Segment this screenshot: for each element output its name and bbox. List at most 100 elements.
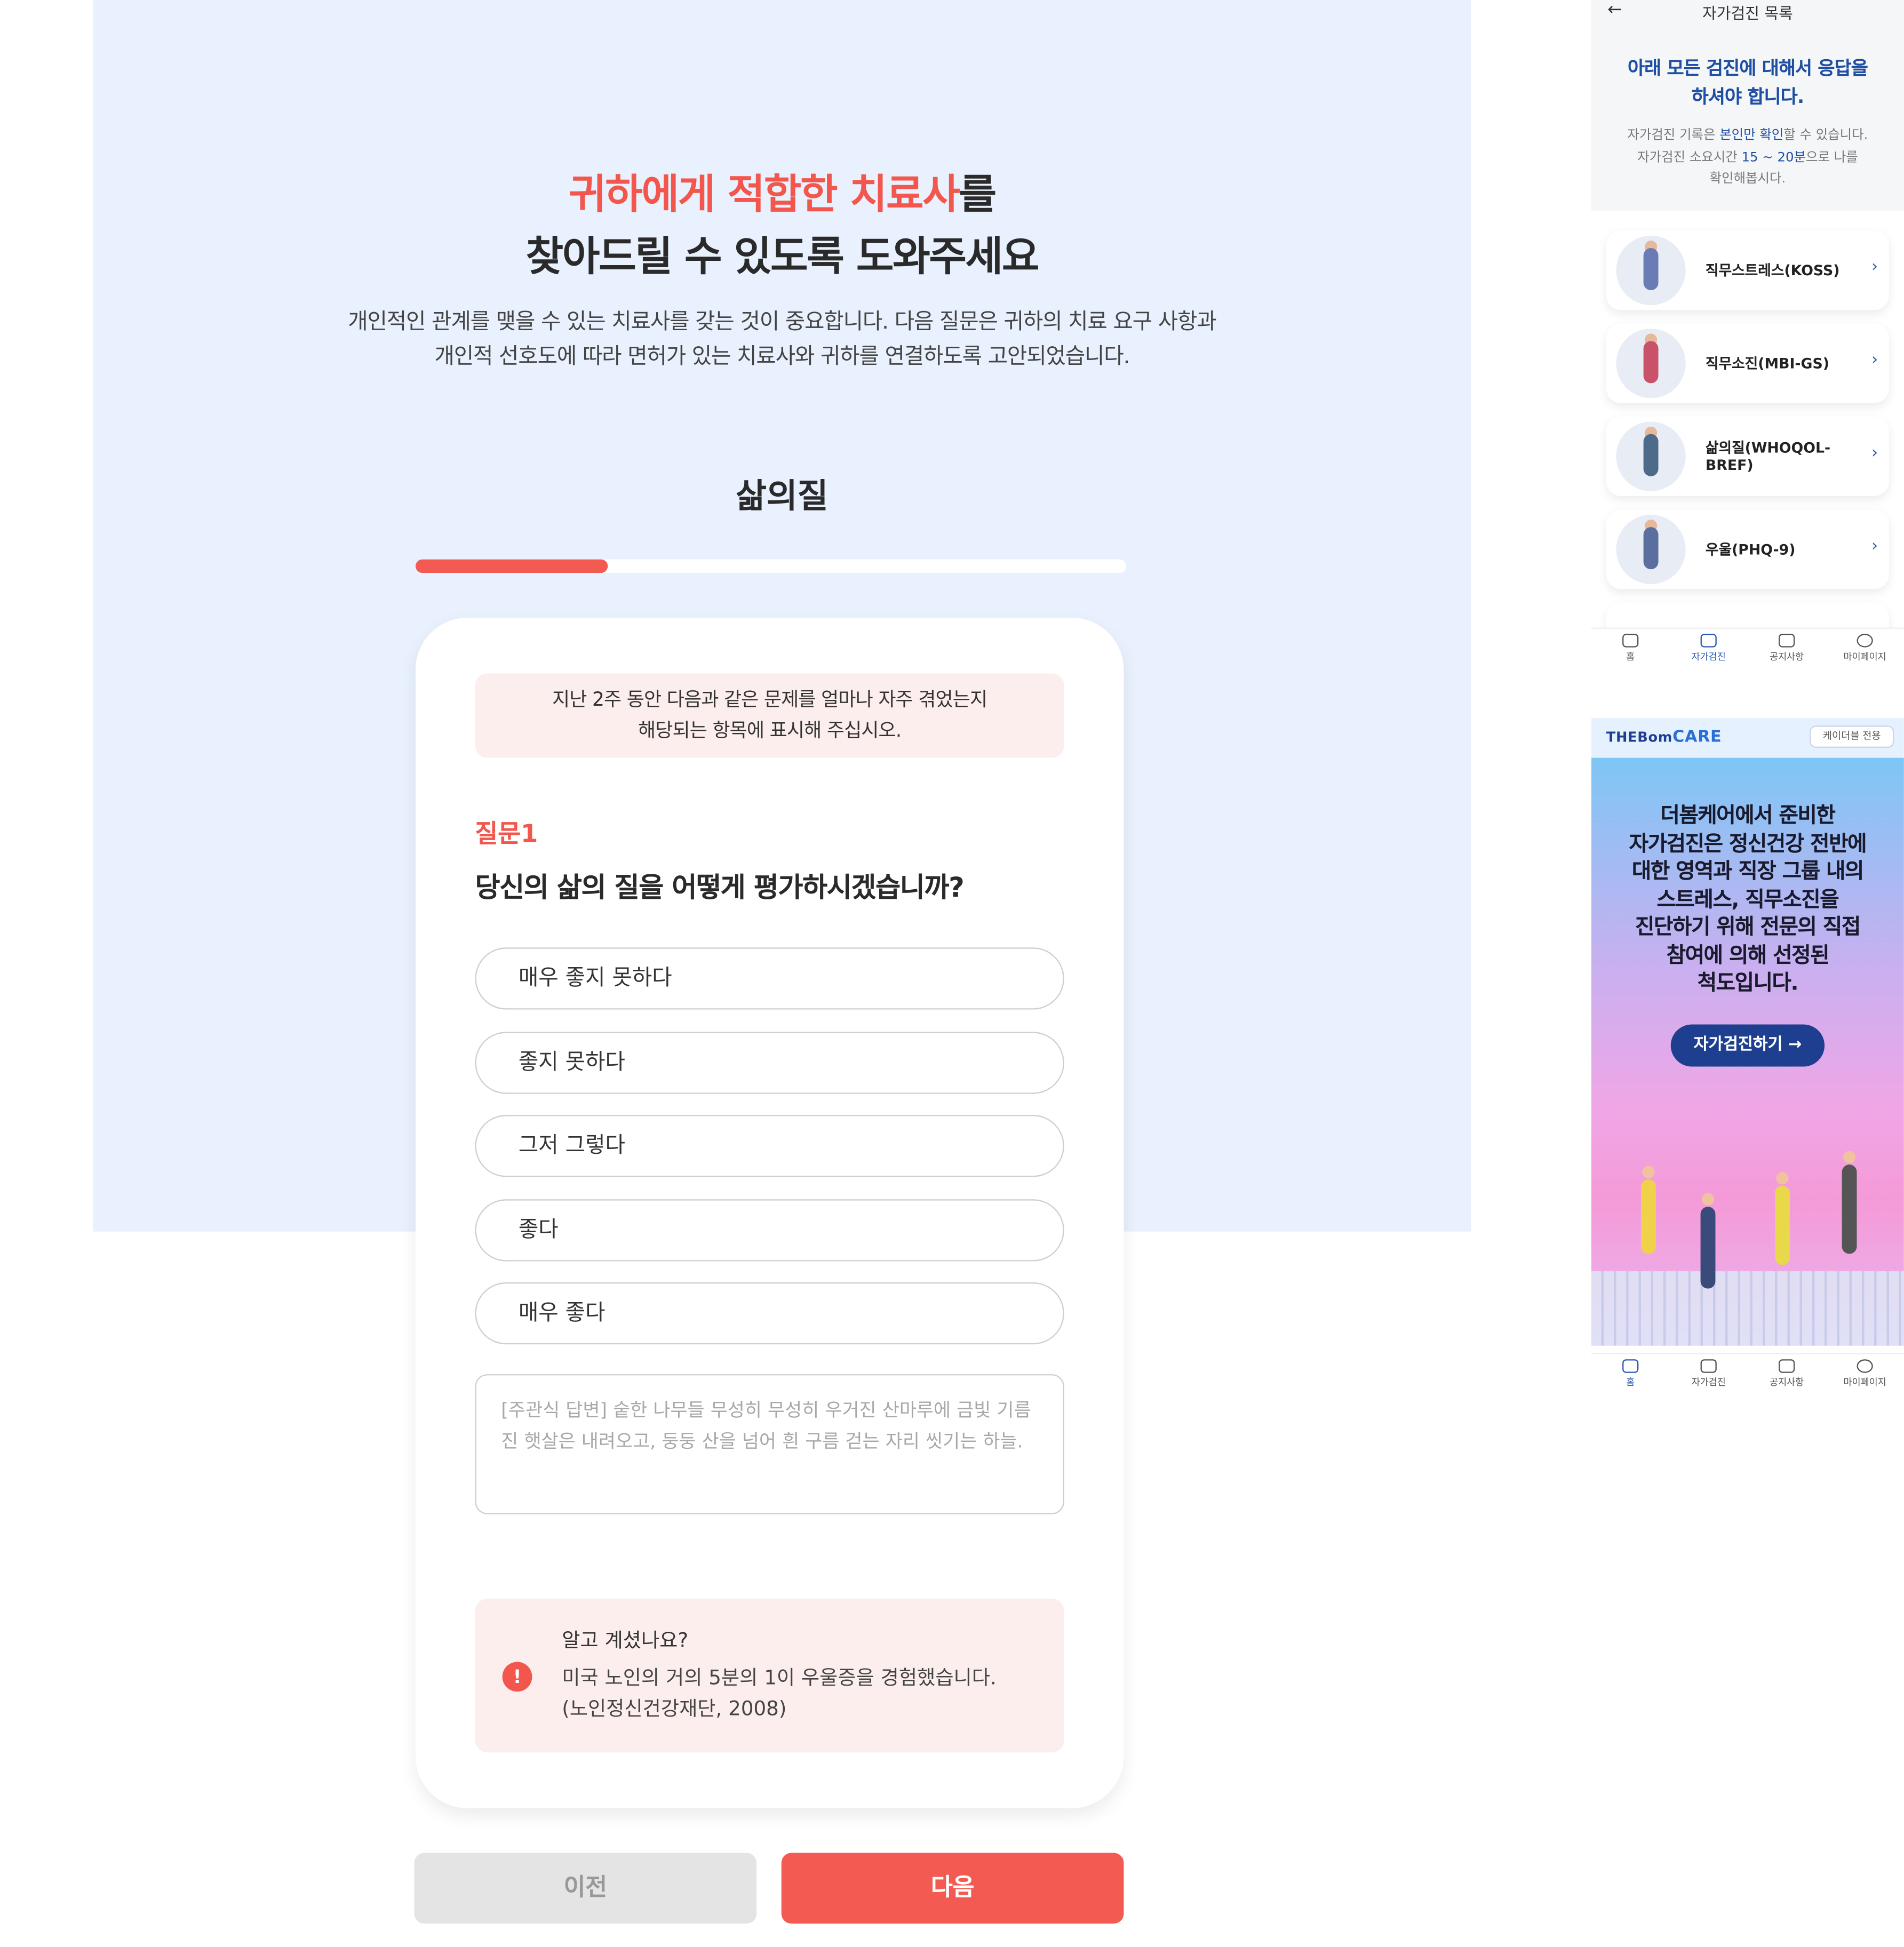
- user-icon: [1857, 1359, 1873, 1373]
- question-text: 당신의 삶의 질을 어떻게 평가하시겠습니까?: [475, 873, 964, 904]
- title-rest: 를: [959, 170, 997, 219]
- question-number: 질문1: [475, 818, 538, 849]
- chevron-right-icon: ›: [1871, 537, 1878, 556]
- selfcheck-icon: [1700, 1359, 1717, 1373]
- selfcheck-item-label: 우울(PHQ-9): [1705, 540, 1796, 558]
- free-text-answer[interactable]: [주관식 답변] 숱한 나무들 무성히 무성히 우거진 산마루에 금빛 기름진 …: [475, 1374, 1064, 1514]
- selfcheck-item-phq9[interactable]: 우울(PHQ-9) ›: [1606, 509, 1889, 589]
- screenshot-canvas: 귀하에게 적합한 치료사를 찾아드릴 수 있도록 도와주세요 개인적인 관계를 …: [0, 0, 1904, 1947]
- tab-label: 자가검진: [1691, 651, 1726, 663]
- prev-button[interactable]: 이전: [414, 1853, 757, 1924]
- jumping-people-illustration: [1591, 1118, 1904, 1346]
- phone2-tab-bar: 홈 자가검진 공지사항 마이페이지: [1591, 1353, 1904, 1398]
- next-button[interactable]: 다음: [781, 1853, 1124, 1924]
- section-title: 삶의질: [736, 477, 828, 516]
- sub-3: 확인해봅시다.: [1709, 171, 1786, 186]
- banner-line: 대한 영역과 직장 그룹 내의: [1631, 859, 1865, 884]
- home-icon: [1622, 1359, 1639, 1373]
- tab-label: 마이페이지: [1843, 1376, 1886, 1388]
- did-you-know-tip: ! 알고 계셨나요? 미국 노인의 거의 5분의 1이 우울증을 경험했습니다.…: [475, 1598, 1064, 1753]
- banner-line: 참여에 의해 선정된: [1666, 943, 1830, 968]
- alert-icon: !: [502, 1662, 532, 1692]
- scaled-layout: 귀하에게 적합한 치료사를 찾아드릴 수 있도록 도와주세요 개인적인 관계를 …: [0, 0, 1904, 1947]
- back-arrow-icon[interactable]: ←: [1607, 0, 1622, 20]
- selfcheck-item-mbi[interactable]: 직무소진(MBI-GS) ›: [1606, 323, 1889, 403]
- thebomcare-logo: THEBomCARE: [1606, 728, 1722, 747]
- phone1-heading: 아래 모든 검진에 대해서 응답을 하셔야 합니다.: [1591, 54, 1904, 111]
- chevron-right-icon: ›: [1871, 444, 1878, 463]
- answer-option-very-poor[interactable]: 매우 좋지 못하다: [475, 947, 1064, 1010]
- instruction-notice: 지난 2주 동안 다음과 같은 문제를 얼마나 자주 겪었는지 해당되는 항목에…: [475, 673, 1064, 758]
- notice-line-1: 지난 2주 동안 다음과 같은 문제를 얼마나 자주 겪었는지: [552, 688, 987, 711]
- title-accent-1: 귀하에게: [569, 170, 715, 219]
- chevron-right-icon: ›: [1871, 350, 1878, 370]
- tip-title: 알고 계셨나요?: [562, 1628, 689, 1652]
- phone1-heading-line-1: 아래 모든 검진에 대해서 응답을: [1627, 57, 1868, 79]
- notice-line-2: 해당되는 항목에 표시해 주십시오.: [638, 719, 902, 742]
- home-banner: 더봄케어에서 준비한 자가검진은 정신건강 전반에 대한 영역과 직장 그룹 내…: [1591, 757, 1904, 1346]
- tip-line-1: 미국 노인의 거의 5분의 1이 우울증을 경험했습니다.: [562, 1665, 997, 1689]
- banner-text: 더봄케어에서 준비한 자가검진은 정신건강 전반에 대한 영역과 직장 그룹 내…: [1591, 802, 1904, 998]
- tab-selfcheck[interactable]: 자가검진: [1669, 1359, 1747, 1389]
- tab-label: 홈: [1626, 651, 1635, 663]
- stress-illustration-icon: [1616, 235, 1686, 305]
- phone2-header: THEBomCARE 케이더블 전용: [1591, 718, 1904, 758]
- sub-1b: 할 수 있습니다.: [1783, 127, 1868, 143]
- tab-home[interactable]: 홈: [1591, 634, 1669, 664]
- tab-mypage[interactable]: 마이페이지: [1826, 634, 1903, 664]
- tab-mypage[interactable]: 마이페이지: [1826, 1359, 1903, 1389]
- selfcheck-item-label: 직무소진(MBI-GS): [1705, 354, 1829, 372]
- tip-line-2: (노인정신건강재단, 2008): [562, 1696, 787, 1720]
- logo-part-b: CARE: [1672, 728, 1722, 747]
- person-figure-icon: [1775, 1172, 1790, 1265]
- title-line-2: 찾아드릴 수 있도록 도와주세요: [525, 232, 1040, 281]
- answer-option-very-good[interactable]: 매우 좋다: [475, 1282, 1064, 1345]
- burnout-illustration-icon: [1616, 329, 1686, 398]
- tab-label: 마이페이지: [1843, 651, 1886, 663]
- city-skyline-illustration: [1591, 1271, 1904, 1346]
- tab-label: 자가검진: [1691, 1376, 1726, 1388]
- banner-line: 더봄케어에서 준비한: [1660, 803, 1835, 829]
- sub-2-highlight: 15 ~ 20분: [1741, 149, 1806, 165]
- selfcheck-icon: [1700, 634, 1717, 648]
- tab-selfcheck[interactable]: 자가검진: [1669, 634, 1747, 664]
- phone1-heading-line-2: 하셔야 합니다.: [1691, 85, 1804, 108]
- tab-notice[interactable]: 공지사항: [1748, 1359, 1826, 1389]
- megaphone-icon: [1779, 634, 1795, 648]
- banner-line: 척도입니다.: [1697, 971, 1799, 996]
- phone1-tab-bar: 홈 자가검진 공지사항 마이페이지: [1591, 627, 1904, 673]
- progress-bar: [415, 559, 1127, 573]
- selfcheck-item-label: 삶의질(WHOQOL-BREF): [1705, 439, 1831, 474]
- tab-label: 공지사항: [1770, 1376, 1804, 1388]
- banner-line: 진단하기 위해 전문의 직접: [1635, 915, 1861, 940]
- selfcheck-item-whoqol[interactable]: 삶의질(WHOQOL-BREF) ›: [1606, 417, 1889, 496]
- home-icon: [1622, 634, 1639, 648]
- person-figure-icon: [1842, 1151, 1857, 1254]
- selfcheck-item-koss[interactable]: 직무스트레스(KOSS) ›: [1606, 230, 1889, 310]
- person-figure-icon: [1640, 1166, 1656, 1254]
- tab-home[interactable]: 홈: [1591, 1359, 1669, 1389]
- answer-option-good[interactable]: 좋다: [475, 1199, 1064, 1262]
- sub-1-highlight: 본인만 확인: [1719, 127, 1784, 143]
- sub-2a: 자가검진 소요시간: [1637, 149, 1742, 165]
- answer-option-poor[interactable]: 좋지 못하다: [475, 1032, 1064, 1094]
- selfcheck-item-label: 직무스트레스(KOSS): [1705, 261, 1840, 280]
- partner-badge: 케이더블 전용: [1810, 725, 1894, 748]
- lead-line-1: 개인적인 관계를 맺을 수 있는 치료사를 갖는 것이 중요합니다. 다음 질문…: [348, 310, 1217, 335]
- progress-fill: [415, 559, 608, 573]
- banner-line: 스트레스, 직무소진을: [1656, 887, 1839, 913]
- phone1-title: 자가검진 목록: [1702, 3, 1793, 22]
- answer-option-neutral[interactable]: 그저 그렇다: [475, 1115, 1064, 1177]
- depression-illustration-icon: [1616, 514, 1686, 585]
- tab-notice[interactable]: 공지사항: [1748, 634, 1826, 664]
- banner-line: 자가검진은 정신건강 전반에: [1629, 831, 1867, 857]
- sub-1a: 자가검진 기록은: [1627, 127, 1720, 143]
- megaphone-icon: [1779, 1359, 1795, 1373]
- tip-body: 미국 노인의 거의 5분의 1이 우울증을 경험했습니다. (노인정신건강재단,…: [562, 1662, 1046, 1724]
- user-icon: [1857, 634, 1873, 648]
- logo-part-a: THEBom: [1606, 729, 1673, 746]
- start-selfcheck-button[interactable]: 자가검진하기 →: [1670, 1024, 1825, 1067]
- tab-label: 홈: [1626, 1376, 1635, 1388]
- person-figure-icon: [1700, 1193, 1716, 1289]
- lead-text: 개인적인 관계를 맺을 수 있는 치료사를 갖는 것이 중요합니다. 다음 질문…: [93, 305, 1471, 374]
